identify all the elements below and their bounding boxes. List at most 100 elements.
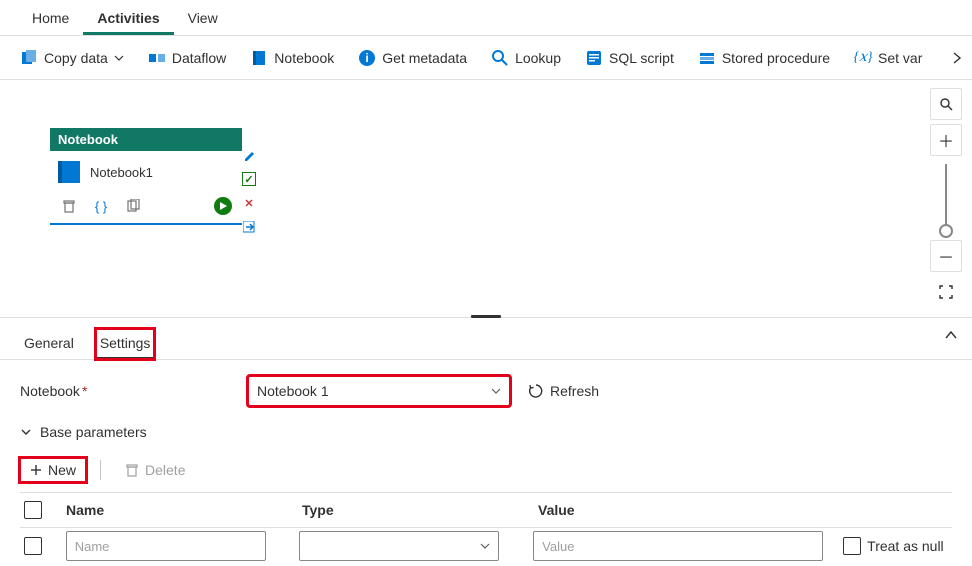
cell-type — [299, 531, 513, 561]
copy-data-icon — [20, 49, 38, 67]
toolbar-label: Stored procedure — [722, 50, 830, 66]
refresh-label: Refresh — [550, 383, 599, 399]
new-button[interactable]: New — [20, 458, 86, 482]
svg-text:i: i — [366, 51, 369, 65]
success-connector-icon[interactable]: ✓ — [242, 172, 256, 186]
panel-tab-general[interactable]: General — [20, 329, 78, 359]
button-label: New — [48, 462, 76, 478]
table-row: Name Value Treat as null — [20, 528, 952, 564]
toolbar-stored-procedure[interactable]: Stored procedure — [690, 45, 838, 71]
zoom-slider-handle[interactable] — [939, 224, 953, 238]
row-checkbox[interactable] — [24, 537, 42, 555]
activity-node-notebook[interactable]: Notebook Notebook1 { } — [50, 128, 242, 225]
node-title: Notebook1 — [90, 165, 153, 180]
activities-toolbar: Copy data Dataflow Notebook i Get metada… — [0, 36, 972, 80]
select-all-checkbox[interactable] — [24, 501, 42, 519]
toolbar-label: Dataflow — [172, 50, 226, 66]
treat-as-null-checkbox[interactable] — [843, 537, 861, 555]
sql-icon — [585, 49, 603, 67]
refresh-button[interactable]: Refresh — [528, 383, 599, 399]
variable-icon: {𝑥} — [854, 49, 872, 67]
parameters-table: Name Type Value Name Value Treat as n — [0, 492, 972, 564]
chevron-down-icon — [491, 386, 501, 396]
copy-icon[interactable] — [124, 197, 142, 215]
panel-tab-settings[interactable]: Settings — [96, 329, 155, 359]
canvas-search-button[interactable] — [930, 88, 962, 120]
divider — [100, 460, 101, 480]
canvas-zoom-tools: ＋ － — [930, 88, 962, 308]
edit-icon[interactable] — [242, 148, 256, 162]
delete-button[interactable]: Delete — [115, 458, 195, 482]
button-label: Delete — [145, 462, 185, 478]
chevron-down-icon — [114, 53, 124, 63]
trash-icon — [125, 463, 139, 477]
nav-tab-view[interactable]: View — [174, 2, 232, 35]
panel-collapse-button[interactable] — [944, 330, 958, 340]
label-text: Notebook — [20, 383, 80, 399]
search-icon — [491, 49, 509, 67]
info-icon: i — [358, 49, 376, 67]
toolbar-set-variable[interactable]: {𝑥} Set var — [846, 45, 930, 71]
nav-tab-activities[interactable]: Activities — [83, 2, 173, 35]
notebook-icon — [58, 161, 80, 183]
nav-tab-home[interactable]: Home — [18, 2, 83, 35]
type-dropdown[interactable] — [299, 531, 499, 561]
properties-panel: General Settings Notebook* Notebook 1 Re… — [0, 318, 972, 564]
zoom-slider-track[interactable] — [945, 164, 947, 232]
toolbar-sql-script[interactable]: SQL script — [577, 45, 682, 71]
refresh-icon — [528, 383, 544, 399]
toolbar-copy-data[interactable]: Copy data — [12, 45, 132, 71]
cell-null: Treat as null — [843, 537, 952, 555]
node-body: Notebook1 — [50, 151, 242, 191]
main-nav-tabs: Home Activities View — [0, 0, 972, 36]
toolbar-label: SQL script — [609, 50, 674, 66]
select-all-column — [20, 501, 46, 519]
node-selection-underline — [50, 223, 242, 225]
toolbar-lookup[interactable]: Lookup — [483, 45, 569, 71]
dataflow-icon — [148, 49, 166, 67]
toolbar-label: Get metadata — [382, 50, 467, 66]
toolbar-label: Copy data — [44, 50, 108, 66]
notebook-dropdown[interactable]: Notebook 1 — [248, 376, 510, 406]
pipeline-canvas[interactable]: Notebook Notebook1 { } ✓ ✕ — [0, 80, 972, 318]
table-header-row: Name Type Value — [20, 492, 952, 528]
notebook-label: Notebook* — [20, 383, 230, 399]
toolbar-notebook[interactable]: Notebook — [242, 45, 342, 71]
completion-connector-icon[interactable] — [242, 220, 256, 234]
toolbar-label: Set var — [878, 50, 922, 66]
toolbar-get-metadata[interactable]: i Get metadata — [350, 45, 475, 71]
notebook-field-row: Notebook* Notebook 1 Refresh — [0, 360, 972, 406]
param-buttons-row: New Delete — [0, 444, 972, 492]
node-actions: { } — [50, 191, 242, 223]
zoom-in-button[interactable]: ＋ — [930, 124, 962, 156]
chevron-down-icon — [20, 426, 32, 438]
notebook-icon — [250, 49, 268, 67]
row-select-column — [20, 537, 46, 555]
toolbar-scroll-right[interactable] — [948, 36, 966, 79]
base-parameters-toggle[interactable]: Base parameters — [0, 406, 972, 444]
value-input[interactable]: Value — [533, 531, 823, 561]
node-header: Notebook — [50, 128, 242, 151]
fail-connector-icon[interactable]: ✕ — [242, 196, 256, 210]
stored-proc-icon — [698, 49, 716, 67]
panel-tabs: General Settings — [0, 326, 972, 360]
null-label: Treat as null — [867, 538, 944, 554]
node-connectors: ✓ ✕ — [242, 148, 256, 234]
plus-icon — [30, 464, 42, 476]
cell-value: Value — [533, 531, 823, 561]
header-value: Value — [538, 502, 822, 518]
required-asterisk: * — [82, 383, 87, 399]
run-icon[interactable] — [214, 197, 232, 215]
name-input[interactable]: Name — [66, 531, 266, 561]
zoom-out-button[interactable]: － — [930, 240, 962, 272]
header-name: Name — [66, 502, 282, 518]
toolbar-label: Lookup — [515, 50, 561, 66]
section-label: Base parameters — [40, 424, 147, 440]
delete-icon[interactable] — [60, 197, 78, 215]
header-type: Type — [302, 502, 518, 518]
code-braces-icon[interactable]: { } — [92, 197, 110, 215]
toolbar-dataflow[interactable]: Dataflow — [140, 45, 234, 71]
dropdown-value: Notebook 1 — [257, 383, 329, 399]
fullscreen-icon[interactable] — [930, 276, 962, 308]
toolbar-label: Notebook — [274, 50, 334, 66]
